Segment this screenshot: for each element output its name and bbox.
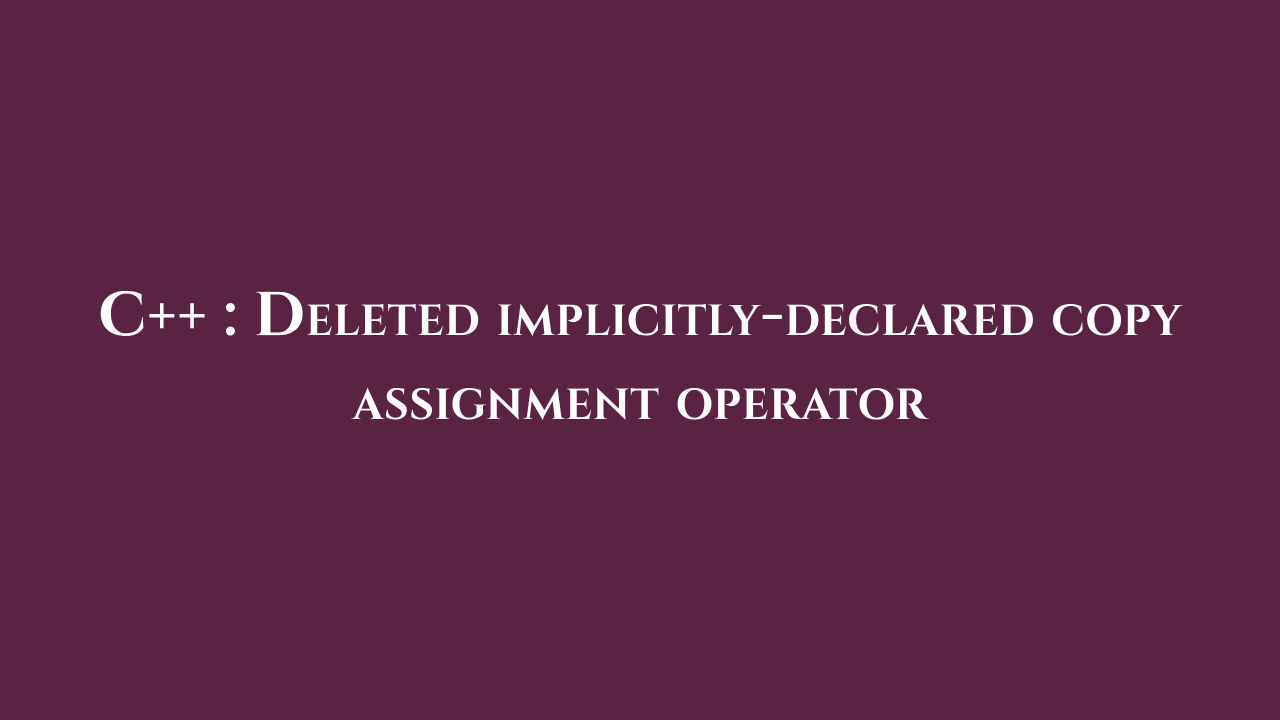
- slide-title: C++ : Deleted implicitly-declared copy a…: [0, 276, 1280, 443]
